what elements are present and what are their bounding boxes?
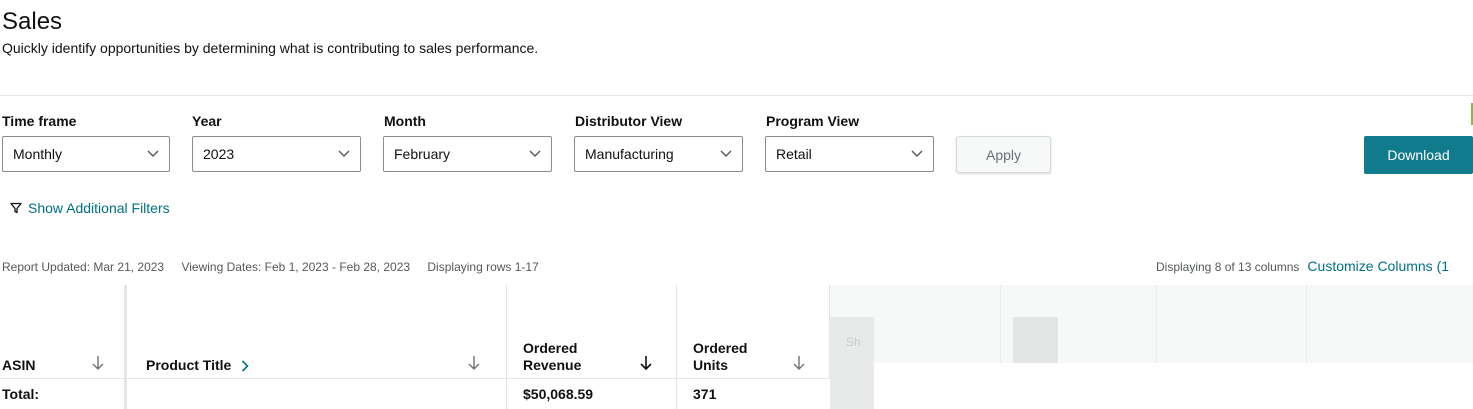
distributor-view-label: Distributor View	[575, 113, 683, 129]
show-additional-filters-label: Show Additional Filters	[28, 200, 170, 216]
filter-icon	[10, 202, 22, 214]
faded-column-header: Sh	[846, 335, 861, 349]
column-divider	[1000, 285, 1001, 363]
report-meta: Report Updated: Mar 21, 2023 Viewing Dat…	[2, 260, 553, 274]
columns-meta: Displaying 8 of 13 columns Customize Col…	[1156, 258, 1449, 274]
page-title: Sales	[2, 8, 63, 35]
columns-info: Displaying 8 of 13 columns	[1156, 260, 1300, 274]
column-header-label-line1: Ordered	[693, 340, 748, 356]
page-subtitle: Quickly identify opportunities by determ…	[2, 40, 539, 56]
column-header-label-line1: Ordered	[523, 340, 578, 356]
column-divider	[506, 379, 507, 409]
column-header-ordered-units[interactable]: Ordered Units	[677, 285, 830, 378]
year-select[interactable]: 2023	[192, 136, 361, 172]
program-view-label: Program View	[766, 113, 860, 129]
total-label: Total:	[2, 386, 40, 402]
program-view-value: Retail	[776, 146, 812, 162]
chevron-right-icon[interactable]	[241, 359, 249, 372]
header-divider	[0, 95, 1473, 96]
total-ordered-units: 371	[693, 386, 717, 402]
year-value: 2023	[203, 146, 235, 162]
chevron-down-icon	[338, 150, 350, 157]
column-divider	[1306, 285, 1307, 363]
month-select[interactable]: February	[383, 136, 552, 172]
chevron-down-icon	[147, 150, 159, 157]
time-frame-value: Monthly	[13, 146, 63, 162]
column-divider	[676, 379, 677, 409]
time-frame-label: Time frame	[2, 113, 77, 129]
show-additional-filters-link[interactable]: Show Additional Filters	[10, 200, 170, 216]
report-updated: Report Updated: Mar 21, 2023	[2, 260, 165, 274]
distributor-view-value: Manufacturing	[585, 146, 674, 162]
column-header-label: Product Title	[146, 357, 232, 373]
table-body-area	[874, 363, 1473, 409]
column-divider	[1156, 285, 1157, 363]
column-header-ordered-revenue[interactable]: Ordered Revenue	[507, 285, 677, 378]
column-header-label-line2: Units	[693, 357, 728, 373]
chevron-down-icon	[911, 150, 923, 157]
column-header-asin[interactable]: ASIN	[0, 285, 127, 378]
month-label: Month	[384, 113, 426, 129]
column-header-label-line2: Revenue	[523, 357, 582, 373]
chevron-down-icon	[720, 150, 732, 157]
column-divider	[124, 379, 127, 409]
sort-arrow-icon[interactable]	[91, 355, 105, 371]
displaying-rows: Displaying rows 1-17	[427, 260, 539, 274]
month-value: February	[394, 146, 451, 162]
download-button[interactable]: Download	[1364, 136, 1473, 174]
chevron-down-icon	[529, 150, 541, 157]
column-header-label-wrap: Product Title	[146, 357, 249, 374]
total-ordered-revenue: $50,068.59	[523, 386, 594, 402]
customize-columns-link[interactable]: Customize Columns (1	[1307, 258, 1449, 274]
table-row-total: Total: $50,068.59 371	[0, 379, 830, 409]
apply-button[interactable]: Apply	[956, 136, 1051, 173]
sort-arrow-icon[interactable]	[467, 355, 481, 371]
program-view-select[interactable]: Retail	[765, 136, 934, 172]
column-header-label: ASIN	[2, 357, 36, 373]
time-frame-select[interactable]: Monthly	[2, 136, 170, 172]
table-header-extension	[830, 285, 1473, 363]
viewing-dates: Viewing Dates: Feb 1, 2023 - Feb 28, 202…	[181, 260, 411, 274]
loading-placeholder	[830, 317, 874, 409]
sort-arrow-icon[interactable]	[792, 355, 806, 371]
distributor-view-select[interactable]: Manufacturing	[574, 136, 743, 172]
column-header-product-title[interactable]: Product Title	[127, 285, 507, 378]
year-label: Year	[192, 113, 222, 129]
loading-placeholder	[1013, 317, 1058, 363]
sort-arrow-icon[interactable]	[639, 355, 653, 371]
